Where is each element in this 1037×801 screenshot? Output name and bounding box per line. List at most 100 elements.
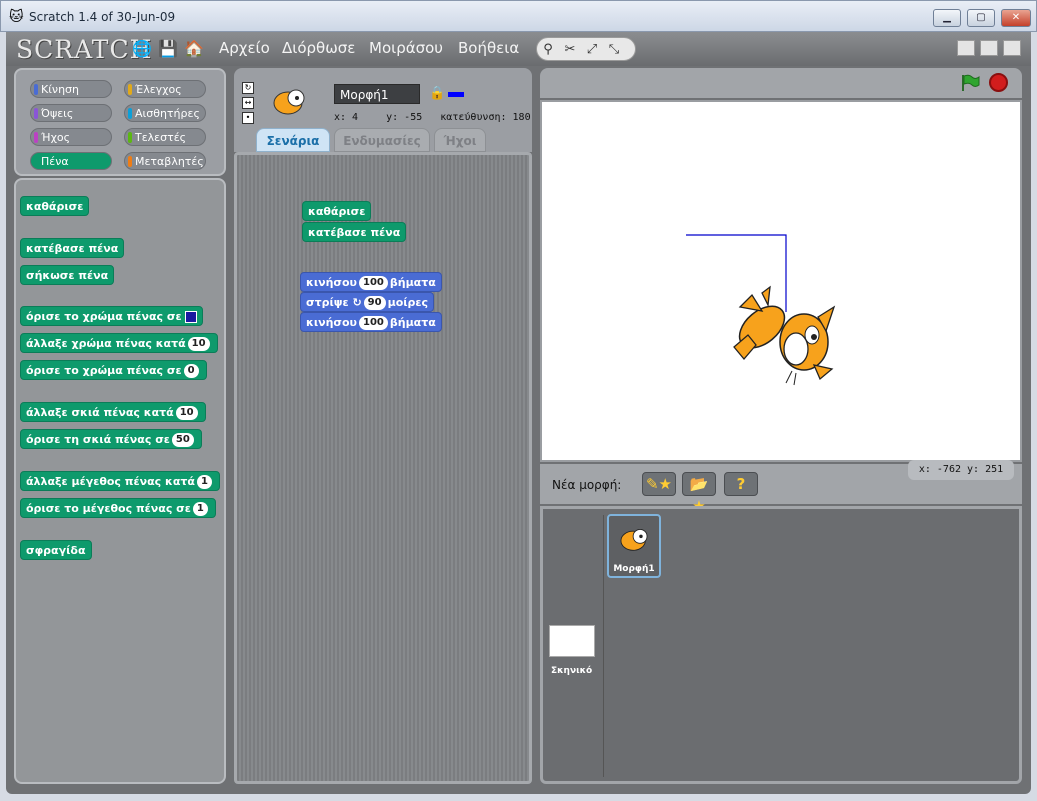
category-sensing[interactable]: Αισθητήρες (124, 104, 206, 122)
share-icon[interactable]: 🏠 (184, 39, 204, 59)
presentation-mode-icon[interactable] (1003, 40, 1021, 56)
block-label: σφραγίδα (26, 544, 86, 557)
block-change-pen-color[interactable]: άλλαξε χρώμα πένας κατά 10 (20, 333, 218, 353)
sprite-tile-label: Μορφή1 (613, 564, 655, 574)
stage-thumbnail[interactable] (549, 625, 595, 657)
block-change-pen-size[interactable]: άλλαξε μέγεθος πένας κατά 1 (20, 471, 220, 491)
choose-sprite-file-button[interactable]: 📂★ (682, 472, 716, 515)
sprite-library: Σκηνικό Μορφή1 (540, 506, 1022, 784)
color-swatch[interactable] (184, 311, 197, 323)
menu-help[interactable]: Βοήθεια (458, 39, 519, 57)
menu-share[interactable]: Μοιράσου (369, 39, 443, 57)
number-input[interactable]: 10 (175, 406, 198, 420)
block-label: κινήσου (306, 276, 357, 289)
cat-sprite (733, 285, 836, 386)
stop-sign-icon[interactable] (989, 73, 1008, 92)
flip-left-right-icon[interactable]: ↔ (242, 97, 254, 109)
rotation-style-buttons: ↻ ↔ • (242, 82, 256, 127)
menu-edit[interactable]: Διόρθωσε (282, 39, 355, 57)
block-label: καθάρισε (26, 200, 84, 213)
block-label: κινήσου (306, 316, 357, 329)
tab-costumes[interactable]: Ενδυμασίες (334, 128, 430, 152)
save-icon[interactable]: 💾 (158, 39, 178, 59)
block-label: κατέβασε πένα (308, 226, 401, 239)
sprite-info-panel: ↻ ↔ • Μορφή1 🔒 x: 4 y: -55 κατεύθυνση: 1… (234, 68, 532, 152)
category-motion[interactable]: Κίνηση (30, 80, 112, 98)
block-pen-down[interactable]: κατέβασε πένα (20, 238, 125, 258)
close-button[interactable]: ✕ (1001, 9, 1031, 27)
stage-toolbar (540, 68, 1022, 98)
script-block-move[interactable]: κινήσου 100 βήματα (300, 272, 442, 292)
number-input[interactable]: 0 (183, 364, 199, 378)
number-input[interactable]: 1 (192, 502, 208, 516)
normal-stage-icon[interactable] (980, 40, 998, 56)
stage-canvas[interactable] (540, 100, 1022, 462)
category-operators[interactable]: Τελεστές (124, 128, 206, 146)
block-palette: καθάρισε κατέβασε πένα σήκωσε πένα όρισε… (14, 178, 226, 784)
block-label: όρισε το μέγεθος πένας σε (26, 502, 191, 515)
category-pen[interactable]: Πένα (30, 152, 112, 170)
pen-trail (686, 234, 787, 312)
new-sprite-label: Νέα μορφή: (552, 478, 622, 492)
block-pen-up[interactable]: σήκωσε πένα (20, 265, 115, 285)
sprite-tile[interactable]: Μορφή1 (607, 514, 661, 578)
sprite-direction: κατεύθυνση: 180 (440, 112, 531, 123)
block-label: μοίρες (387, 296, 429, 309)
cursor-tools: ⚲ ✂ ⤢ ⤡ (536, 37, 636, 61)
rotate-all-icon[interactable]: ↻ (242, 82, 254, 94)
maximize-button[interactable]: ▢ (967, 9, 995, 27)
paint-new-sprite-button[interactable]: ✎★ (642, 472, 676, 496)
number-input[interactable]: 1 (196, 475, 212, 489)
minimize-button[interactable]: ▁ (933, 9, 961, 27)
number-input[interactable]: 10 (187, 337, 210, 351)
menu-bar: SCRATCH 🌐 💾 🏠 Αρχείο Διόρθωσε Μοιράσου Β… (6, 32, 1031, 66)
block-label: όρισε το χρώμα πένας σε (26, 310, 182, 323)
scripts-area[interactable]: καθάρισε κατέβασε πένα κινήσου 100 βήματα … (234, 152, 532, 784)
block-set-pen-color-number[interactable]: όρισε το χρώμα πένας σε 0 (20, 360, 207, 380)
no-rotate-icon[interactable]: • (242, 112, 254, 124)
sprite-name-field[interactable]: Μορφή1 (334, 84, 420, 104)
sprite-x: x: 4 (334, 112, 359, 123)
block-label: άλλαξε σκιά πένας κατά (26, 406, 174, 419)
block-label: κατέβασε πένα (26, 242, 119, 255)
green-flag-icon[interactable] (960, 74, 980, 92)
tab-scripts[interactable]: Σενάρια (256, 128, 330, 152)
block-change-pen-shade[interactable]: άλλαξε σκιά πένας κατά 10 (20, 402, 206, 422)
grow-icon[interactable]: ⤢ (581, 39, 603, 61)
category-looks[interactable]: Όψεις (30, 104, 112, 122)
window-title: Scratch 1.4 of 30-Jun-09 (29, 10, 176, 24)
block-stamp[interactable]: σφραγίδα (20, 540, 92, 560)
stage-layout-buttons (952, 40, 1021, 60)
block-set-pen-size[interactable]: όρισε το μέγεθος πένας σε 1 (20, 498, 216, 518)
cut-scissors-icon[interactable]: ✂ (559, 39, 581, 61)
number-input[interactable]: 100 (358, 316, 388, 330)
block-label: στρίψε (306, 296, 349, 309)
duplicate-stamp-icon[interactable]: ⚲ (537, 39, 559, 61)
block-clear[interactable]: καθάρισε (20, 196, 90, 216)
shrink-icon[interactable]: ⤡ (603, 39, 625, 61)
random-sprite-button[interactable]: ? (724, 472, 758, 496)
lock-icon[interactable]: 🔒 (429, 86, 445, 101)
script-block-turn[interactable]: στρίψε ↻ 90 μοίρες (300, 292, 435, 312)
number-input[interactable]: 100 (358, 276, 388, 290)
block-set-pen-color-swatch[interactable]: όρισε το χρώμα πένας σε (20, 306, 203, 326)
block-label: άλλαξε μέγεθος πένας κατά (26, 475, 195, 488)
script-block-pen-down[interactable]: κατέβασε πένα (302, 222, 407, 242)
small-stage-icon[interactable] (957, 40, 975, 56)
category-selector: Κίνηση Έλεγχος Όψεις Αισθητήρες Ήχος Τελ… (14, 68, 226, 176)
tab-sounds[interactable]: Ήχοι (434, 128, 486, 152)
category-sound[interactable]: Ήχος (30, 128, 112, 146)
category-control[interactable]: Έλεγχος (124, 80, 206, 98)
block-set-pen-shade[interactable]: όρισε τη σκιά πένας σε 50 (20, 429, 202, 449)
scratch-app: SCRATCH 🌐 💾 🏠 Αρχείο Διόρθωσε Μοιράσου Β… (6, 32, 1031, 794)
number-input[interactable]: 90 (363, 296, 386, 310)
globe-icon[interactable]: 🌐 (132, 39, 152, 59)
script-block-clear[interactable]: καθάρισε (302, 201, 372, 221)
turn-clockwise-icon: ↻ (352, 296, 362, 309)
number-input[interactable]: 50 (171, 433, 194, 447)
category-variables[interactable]: Μεταβλητές (124, 152, 206, 170)
menu-file[interactable]: Αρχείο (219, 39, 270, 57)
script-block-move[interactable]: κινήσου 100 βήματα (300, 312, 442, 332)
block-label: καθάρισε (308, 205, 366, 218)
scratch-cat-icon: 🐱 (9, 9, 24, 25)
